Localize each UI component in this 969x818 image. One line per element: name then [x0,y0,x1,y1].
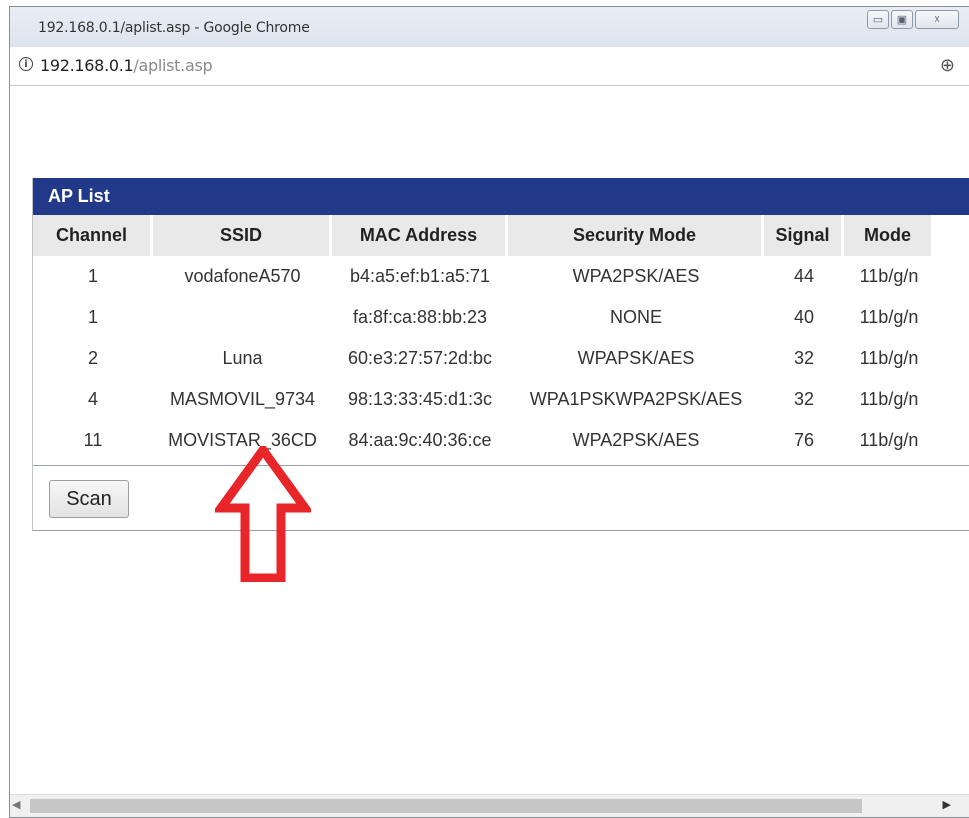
minimize-button[interactable]: ▭ [867,10,889,29]
maximize-icon: ▣ [896,14,908,26]
table-header-row: Channel SSID MAC Address Security Mode S… [33,215,934,256]
scroll-right-icon[interactable]: ▶ [943,798,951,811]
cell-mac: 84:aa:9c:40:36:ce [348,430,492,450]
ap-table: Channel SSID MAC Address Security Mode S… [33,215,934,461]
url-text[interactable]: 192.168.0.1/aplist.asp [40,56,213,75]
title-bar[interactable]: 192.168.0.1/aplist.asp - Google Chrome ▭… [10,7,969,48]
cell-channel: 11 [83,430,103,450]
zoom-icon[interactable]: ⊕ [940,55,955,76]
cell-mode: 11b/g/n [859,430,919,450]
cell-mode: 11b/g/n [859,348,919,368]
cell-mode: 11b/g/n [859,266,919,286]
cell-ssid: Luna [222,348,263,368]
cell-ssid: MASMOVIL_9734 [169,389,316,409]
cell-channel: 2 [87,348,98,368]
column-header-ssid: SSID [153,215,332,256]
window-title: 192.168.0.1/aplist.asp - Google Chrome [38,20,310,36]
column-header-channel: Channel [33,215,153,256]
cell-channel: 1 [87,307,98,327]
table-row: 4 MASMOVIL_9734 98:13:33:45:d1:3c WPA1PS… [33,379,934,420]
window-controls: ▭ ▣ ☓ [867,10,959,29]
cell-signal: 44 [793,266,815,286]
cell-signal: 40 [793,307,815,327]
cell-security: WPA1PSKWPA2PSK/AES [529,389,743,409]
cell-mode: 11b/g/n [859,389,919,409]
cell-security: NONE [609,307,662,327]
column-header-signal: Signal [764,215,844,256]
browser-window: 192.168.0.1/aplist.asp - Google Chrome ▭… [9,6,969,818]
url-host: 192.168.0.1 [40,56,134,75]
column-header-security: Security Mode [508,215,764,256]
page-content: AP List Channel SSID MAC Address Securit… [10,86,969,795]
cell-mac: 98:13:33:45:d1:3c [347,389,493,409]
cell-ssid: vodafoneA570 [184,266,301,286]
scrollbar-thumb[interactable] [30,799,862,813]
arrow-shape [215,446,311,582]
ap-list-panel: AP List Channel SSID MAC Address Securit… [32,178,969,531]
table-row: 11 MOVISTAR_36CD 84:aa:9c:40:36:ce WPA2P… [33,420,934,461]
cell-channel: 4 [87,389,98,409]
scroll-left-icon[interactable]: ◀ [12,798,20,811]
cell-mac: b4:a5:ef:b1:a5:71 [349,266,491,286]
cell-signal: 32 [793,348,815,368]
horizontal-scrollbar[interactable]: ◀ ▶ [10,794,969,817]
close-icon: ☓ [934,14,940,26]
table-row: 1 vodafoneA570 b4:a5:ef:b1:a5:71 WPA2PSK… [33,256,934,297]
column-header-mode: Mode [844,215,934,256]
cell-mac: 60:e3:27:57:2d:bc [347,348,493,368]
cell-signal: 32 [793,389,815,409]
cell-channel: 1 [87,266,98,286]
address-bar[interactable]: i 192.168.0.1/aplist.asp ⊕ [10,47,969,86]
info-icon[interactable]: i [19,57,33,71]
minimize-icon: ▭ [872,14,884,26]
column-header-mac: MAC Address [332,215,508,256]
cell-ssid [153,297,332,338]
cell-security: WPAPSK/AES [577,348,695,368]
maximize-button[interactable]: ▣ [891,10,913,29]
url-path: /aplist.asp [133,56,213,75]
scan-button[interactable]: Scan [49,480,129,518]
cell-mode: 11b/g/n [859,307,919,327]
annotation-up-arrow-icon [215,446,311,582]
cell-security: WPA2PSK/AES [572,266,700,286]
cell-security: WPA2PSK/AES [572,430,700,450]
ap-list-title: AP List [33,178,969,215]
cell-signal: 76 [793,430,815,450]
cell-mac: fa:8f:ca:88:bb:23 [352,307,488,327]
close-button[interactable]: ☓ [915,10,959,29]
table-row: 1 fa:8f:ca:88:bb:23 NONE 40 11b/g/n [33,297,934,338]
table-row: 2 Luna 60:e3:27:57:2d:bc WPAPSK/AES 32 1… [33,338,934,379]
table-divider [33,465,969,466]
